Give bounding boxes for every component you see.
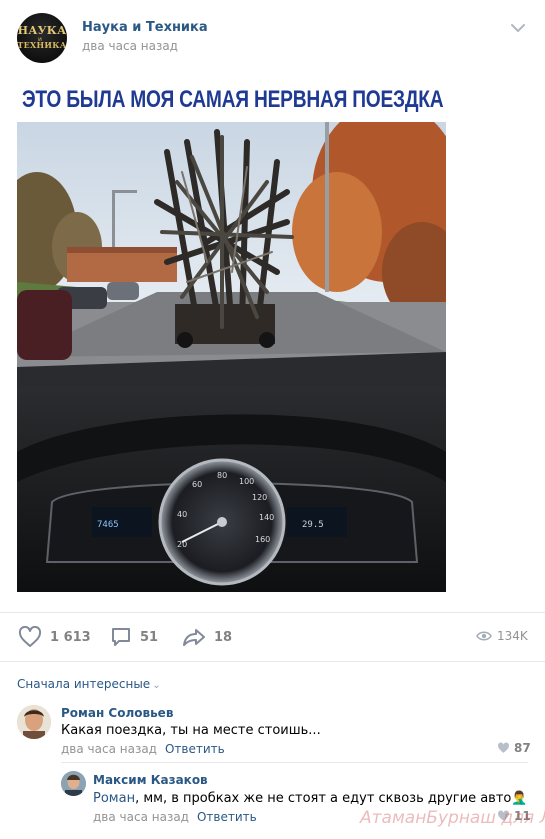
post-header: НАУКА и ТЕХНИКА Наука и Техника два часа… [0, 0, 545, 70]
svg-text:140: 140 [259, 513, 274, 522]
odometer-display: 7465 [97, 520, 119, 530]
divider [0, 661, 545, 662]
share-icon [183, 629, 205, 646]
svg-text:60: 60 [192, 480, 202, 489]
comment-icon [112, 628, 130, 646]
meme-caption: ЭТО БЫЛА МОЯ САМАЯ НЕРВНАЯ ПОЕЗДКА [22, 86, 444, 113]
comment-time[interactable]: два часа назад [93, 810, 189, 824]
comment-time[interactable]: два часа назад [61, 742, 157, 756]
comment-meta: два часа назад Ответить [61, 742, 225, 756]
heart-icon [18, 626, 42, 647]
comment-author[interactable]: Максим Казаков [93, 773, 208, 787]
svg-text:160: 160 [255, 535, 270, 544]
comment-text: Роман, мм, в пробках же не стоят а едут … [93, 791, 528, 806]
group-avatar[interactable]: НАУКА и ТЕХНИКА [17, 13, 67, 63]
avatar-text-bottom: ТЕХНИКА [17, 40, 67, 50]
chevron-down-icon[interactable] [510, 22, 526, 34]
comment-text-body: , мм, в пробках же не стоят а едут сквоз… [135, 791, 512, 806]
comment-meta: два часа назад Ответить [93, 810, 257, 824]
svg-text:120: 120 [252, 493, 267, 502]
svg-text:80: 80 [217, 471, 227, 480]
watermark: АтаманБурнаш для Л! [360, 808, 545, 828]
divider [61, 762, 528, 763]
mention-link[interactable]: Роман [93, 791, 135, 806]
avatar-photo [61, 771, 86, 796]
reply-button[interactable]: Ответить [165, 742, 225, 756]
comment-avatar[interactable] [61, 771, 86, 796]
avatar-photo [17, 705, 51, 739]
like-button[interactable]: 1 613 [18, 626, 91, 647]
heart-icon [498, 742, 509, 753]
comments-sort-dropdown[interactable]: Сначала интересные ⌄ [17, 677, 161, 691]
views-count: 134K [497, 629, 528, 643]
views-counter: 134K [476, 629, 528, 643]
reply-button[interactable]: Ответить [197, 810, 257, 824]
temperature-display: 29.5 [302, 520, 324, 530]
sort-label: Сначала интересные [17, 677, 151, 691]
share-button[interactable]: 18 [182, 627, 232, 647]
chevron-down-icon: ⌄ [152, 680, 161, 691]
share-count: 18 [214, 629, 233, 645]
comment-avatar[interactable] [17, 705, 51, 739]
facepalm-emoji-icon: 🤦‍♂️ [511, 791, 528, 806]
comment-button[interactable]: 51 [110, 627, 158, 647]
comment-like-button[interactable]: 87 [497, 741, 531, 755]
post-time[interactable]: два часа назад [82, 39, 178, 53]
eye-icon [476, 631, 492, 641]
comment-author[interactable]: Роман Соловьев [61, 706, 173, 720]
comment-like-count: 87 [514, 741, 531, 755]
comment-count: 51 [140, 629, 159, 645]
comment-text: Какая поездка, ты на месте стоишь... [61, 723, 321, 738]
group-name-link[interactable]: Наука и Техника [82, 20, 208, 35]
post-photo[interactable]: 20 40 60 80 100 120 140 160 7465 29.5 [17, 122, 446, 592]
like-count: 1 613 [50, 629, 91, 645]
svg-text:100: 100 [239, 477, 254, 486]
post-actions-bar: 1 613 51 18 134K [0, 612, 545, 658]
svg-text:40: 40 [177, 510, 187, 519]
photo-scene: 20 40 60 80 100 120 140 160 7465 29.5 [17, 122, 446, 592]
avatar-text-top: НАУКА [17, 24, 67, 37]
